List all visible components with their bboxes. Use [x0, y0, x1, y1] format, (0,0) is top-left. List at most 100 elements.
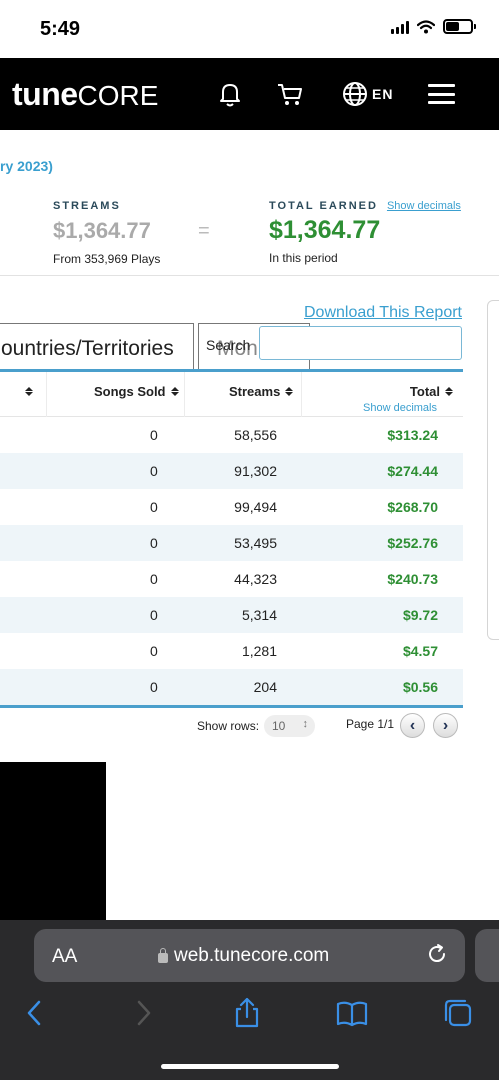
sort-icon — [285, 387, 294, 396]
home-indicator — [161, 1064, 339, 1069]
equals-sign: = — [198, 220, 210, 242]
search-label: Search — [206, 337, 251, 353]
download-report-link[interactable]: Download This Report — [304, 304, 462, 322]
side-panel-edge — [487, 300, 499, 640]
next-page-button[interactable]: › — [433, 713, 458, 738]
streams-label: STREAMS — [53, 200, 121, 212]
cell-streams: 1,281 — [241, 643, 277, 659]
site-header: tuneCORE EN — [0, 58, 499, 130]
hamburger-menu-icon[interactable] — [428, 84, 455, 104]
table-row: 0 44,323 $240.73 — [0, 561, 463, 597]
reader-settings-button[interactable]: AA — [52, 946, 77, 968]
reload-icon[interactable] — [425, 942, 449, 966]
cell-songs-sold: 0 — [150, 499, 158, 515]
share-icon[interactable] — [230, 996, 264, 1030]
table-header: Songs Sold Streams Total Show decimals — [0, 369, 463, 417]
back-arrow-icon[interactable] — [18, 996, 52, 1030]
prev-page-button[interactable]: ‹ — [400, 713, 425, 738]
rows-per-page-select[interactable]: 10 ↕ — [264, 715, 315, 737]
forward-arrow-icon[interactable] — [126, 996, 160, 1030]
chevron-left-icon: ‹ — [409, 716, 416, 734]
redacted-block — [0, 762, 106, 920]
column-total[interactable]: Total Show decimals — [363, 384, 453, 414]
language-selector[interactable]: EN — [372, 86, 393, 102]
table-row: 0 53,495 $252.76 — [0, 525, 463, 561]
column-songs-sold[interactable]: Songs Sold — [94, 384, 179, 399]
earnings-table: Songs Sold Streams Total Show decimals 0… — [0, 369, 463, 708]
table-row: 0 204 $0.56 — [0, 669, 463, 705]
url-display[interactable]: web.tunecore.com — [158, 945, 329, 967]
table-footer-line — [0, 705, 463, 708]
show-decimals-link[interactable]: Show decimals — [387, 200, 461, 212]
total-earned-summary: TOTAL EARNED Show decimals $1,364.77 In … — [269, 200, 484, 265]
streams-summary: STREAMS $1,364.77 From 353,969 Plays — [53, 200, 160, 266]
total-earned-period: In this period — [269, 251, 338, 265]
tunecore-logo[interactable]: tuneCORE — [12, 76, 158, 113]
table-row: 0 58,556 $313.24 — [0, 417, 463, 453]
cell-songs-sold: 0 — [150, 427, 158, 443]
wifi-icon — [417, 19, 435, 33]
streams-plays: From 353,969 Plays — [53, 252, 161, 266]
logo-text-bold: tune — [12, 76, 78, 112]
column-streams-label: Streams — [229, 384, 281, 399]
reader-settings-label: AA — [52, 946, 78, 967]
globe-icon[interactable] — [341, 80, 369, 108]
total-earned-label: TOTAL EARNED — [269, 200, 378, 212]
page-indicator: Page 1/1 — [346, 717, 395, 731]
column-total-show-decimals[interactable]: Show decimals — [363, 402, 437, 414]
cell-total: $240.73 — [387, 571, 438, 587]
bookmarks-icon[interactable] — [335, 996, 369, 1030]
bell-icon[interactable] — [216, 80, 244, 108]
tab-countries-territories[interactable]: ountries/Territories — [0, 323, 194, 371]
chevron-updown-icon: ↕ — [302, 718, 309, 730]
total-earned-value: $1,364.77 — [269, 216, 381, 244]
cell-streams: 99,494 — [234, 499, 277, 515]
cell-streams: 44,323 — [234, 571, 277, 587]
browser-toolbar: AA web.tunecore.com — [0, 920, 499, 1080]
url-text: web.tunecore.com — [174, 945, 330, 966]
status-time: 5:49 — [40, 18, 81, 40]
cell-streams: 5,314 — [241, 607, 277, 623]
chevron-right-icon: › — [442, 716, 449, 734]
table-row: 0 5,314 $9.72 — [0, 597, 463, 633]
sort-icon — [170, 387, 179, 396]
status-bar: 5:49 — [0, 0, 499, 58]
cell-songs-sold: 0 — [150, 571, 158, 587]
cell-streams: 91,302 — [234, 463, 277, 479]
cell-songs-sold: 0 — [150, 679, 158, 695]
search-input[interactable] — [259, 326, 462, 360]
cell-songs-sold: 0 — [150, 463, 158, 479]
cell-total: $9.72 — [402, 607, 438, 623]
cell-streams: 204 — [253, 679, 277, 695]
sort-icon[interactable] — [25, 387, 33, 396]
period-label: ry 2023) — [0, 158, 53, 174]
cell-songs-sold: 0 — [150, 535, 158, 551]
cell-streams: 58,556 — [234, 427, 277, 443]
cell-streams: 53,495 — [234, 535, 277, 551]
table-row: 0 1,281 $4.57 — [0, 633, 463, 669]
signal-icon — [391, 20, 409, 34]
cell-total: $313.24 — [387, 427, 438, 443]
cell-total: $268.70 — [387, 499, 438, 515]
streams-value: $1,364.77 — [53, 218, 151, 243]
lock-icon — [158, 948, 168, 963]
status-icons — [391, 19, 476, 34]
cell-total: $274.44 — [387, 463, 438, 479]
cell-songs-sold: 0 — [150, 643, 158, 659]
address-bar[interactable]: AA web.tunecore.com — [34, 929, 465, 982]
tabs-icon[interactable] — [441, 996, 475, 1030]
column-streams[interactable]: Streams — [229, 384, 294, 399]
cell-total: $252.76 — [387, 535, 438, 551]
summary-divider — [0, 275, 499, 276]
show-rows-label: Show rows: — [197, 719, 260, 733]
cell-songs-sold: 0 — [150, 607, 158, 623]
table-row: 0 91,302 $274.44 — [0, 453, 463, 489]
next-tab-preview[interactable] — [475, 929, 499, 982]
cell-total: $0.56 — [402, 679, 438, 695]
rows-per-page-value: 10 — [272, 719, 286, 733]
cell-total: $4.57 — [402, 643, 438, 659]
table-row: 0 99,494 $268.70 — [0, 489, 463, 525]
sort-icon — [445, 387, 453, 396]
cart-icon[interactable] — [276, 80, 304, 108]
table-pager: Show rows: 10 ↕ Page 1/1 ‹ › — [0, 712, 499, 742]
